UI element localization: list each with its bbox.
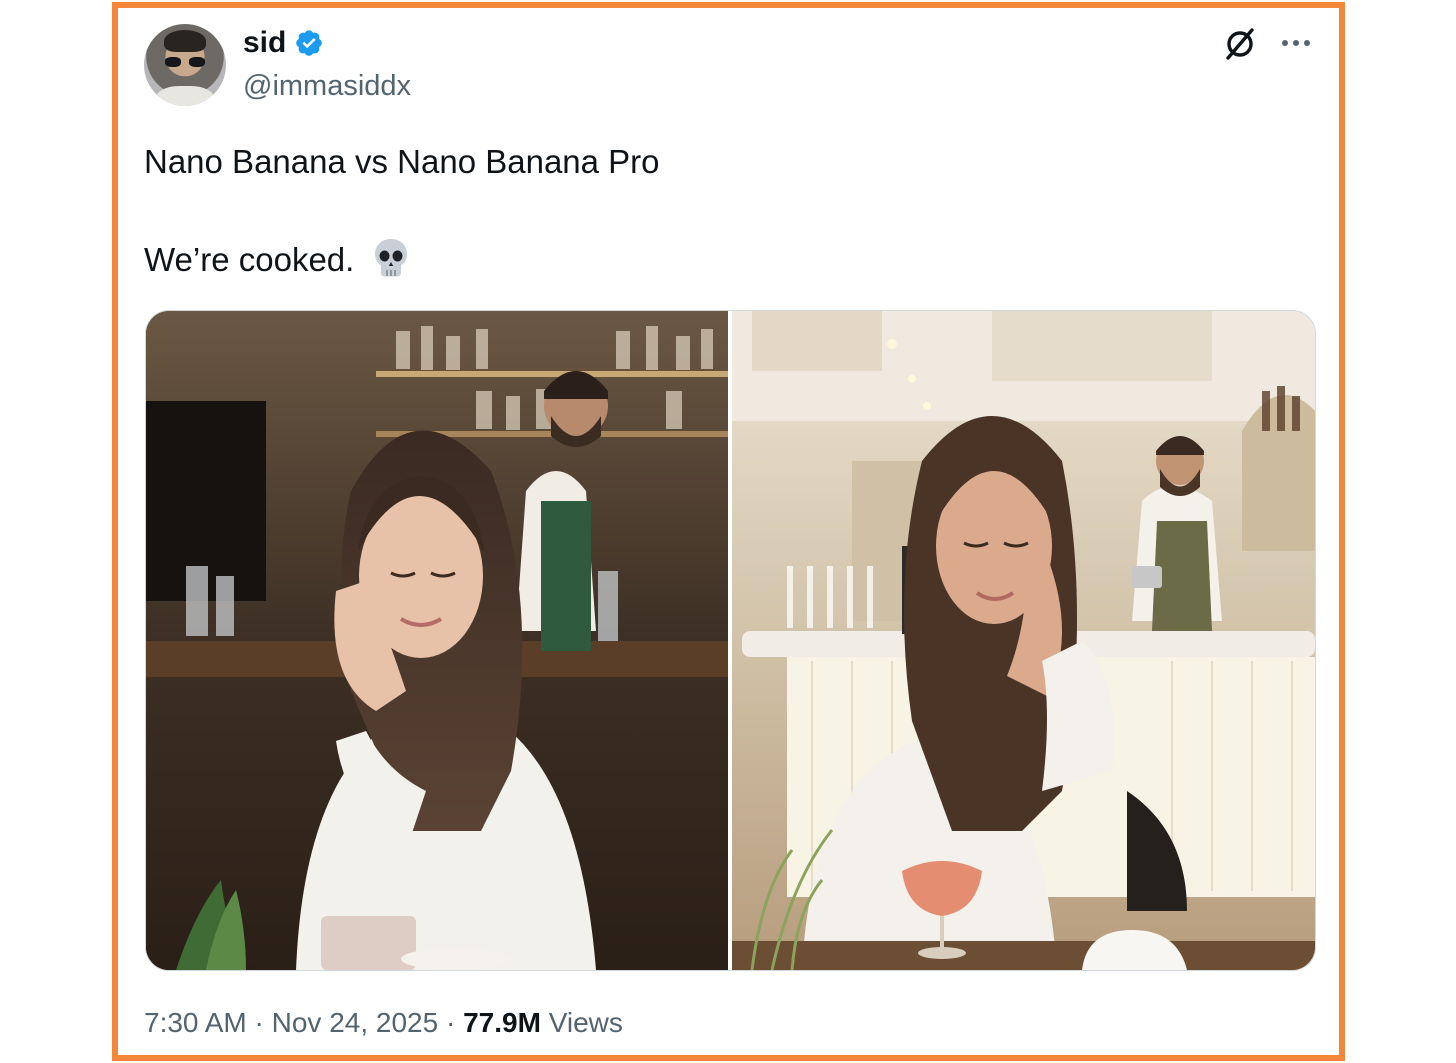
tweet-media-grid[interactable] [145, 310, 1316, 971]
avatar-hair [164, 30, 206, 52]
meta-separator: · [445, 1007, 456, 1038]
author-avatar[interactable] [144, 24, 226, 106]
author-handle[interactable]: @immasiddx [243, 70, 411, 103]
tweet-text-line-2: We’re cooked. [144, 239, 410, 284]
avatar-shirt [156, 86, 214, 106]
photo-left-illustration [146, 311, 728, 970]
author-name[interactable]: sid [243, 26, 286, 60]
views-count: 77.9M [463, 1007, 541, 1038]
tweet-text-line-2-text: We’re cooked. [144, 241, 355, 278]
tweet-time[interactable]: 7:30 AM [144, 1007, 247, 1038]
verified-badge-icon [296, 30, 323, 56]
tweet-text: Nano Banana vs Nano Banana Pro We’re coo… [144, 142, 660, 278]
views-label: Views [548, 1007, 623, 1038]
avatar-sunglasses [165, 57, 205, 67]
skull-emoji-icon [374, 239, 407, 277]
tweet-text-line-1: Nano Banana vs Nano Banana Pro [144, 143, 660, 180]
meta-separator: · [254, 1007, 264, 1038]
media-image-right[interactable] [732, 311, 1315, 970]
tweet-meta: 7:30 AM · Nov 24, 2025 · 77.9M Views [144, 1007, 623, 1039]
photo-right-illustration [732, 311, 1315, 970]
tweet-date[interactable]: Nov 24, 2025 [272, 1007, 439, 1038]
more-options-icon[interactable] [1278, 28, 1314, 58]
author-name-row[interactable]: sid [243, 26, 324, 60]
grok-icon[interactable] [1222, 26, 1258, 62]
media-image-left[interactable] [146, 311, 728, 970]
